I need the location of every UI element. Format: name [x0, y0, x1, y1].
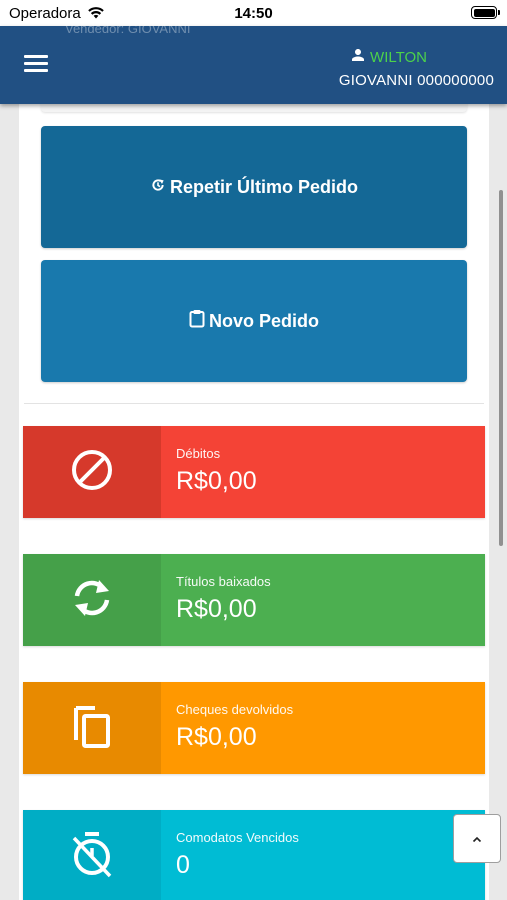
stat-value: R$0,00 [176, 467, 257, 495]
stat-card-comodatos-vencidos[interactable]: Comodatos Vencidos 0 [23, 810, 485, 900]
scroll-to-top-button[interactable] [453, 814, 501, 863]
repeat-last-order-label: Repetir Último Pedido [169, 176, 358, 197]
stat-body: Cheques devolvidos R$0,00 [161, 682, 485, 774]
ghost-vendor-text: Vendedor: GIOVANNI [65, 21, 191, 36]
stat-icon-box [23, 682, 161, 774]
stat-label: Comodatos Vencidos [176, 830, 299, 845]
battery-icon [471, 6, 500, 19]
stat-label: Títulos baixados [176, 574, 271, 589]
user-subtitle: GIOVANNI 000000000 [338, 72, 494, 89]
user-info: WILTON [349, 46, 427, 69]
main-content: Repetir Último Pedido Novo Pedido Débito… [19, 104, 489, 900]
timer-off-icon [70, 830, 114, 883]
hamburger-menu-icon[interactable] [24, 53, 48, 73]
top-card-edge [41, 104, 467, 112]
stat-card-cheques-devolvidos[interactable]: Cheques devolvidos R$0,00 [23, 682, 485, 774]
chevron-up-icon [472, 830, 482, 848]
sync-icon [69, 578, 115, 623]
stat-label: Cheques devolvidos [176, 702, 294, 717]
stat-body: Títulos baixados R$0,00 [161, 554, 485, 646]
stat-value: 0 [176, 851, 190, 879]
stat-body: Débitos R$0,00 [161, 426, 485, 518]
new-order-label: Novo Pedido [208, 310, 319, 331]
stat-card-debitos[interactable]: Débitos R$0,00 [23, 426, 485, 518]
person-icon [349, 46, 367, 69]
divider [24, 403, 484, 404]
block-icon [70, 448, 114, 497]
stat-value: R$0,00 [176, 595, 257, 623]
repeat-last-order-button[interactable]: Repetir Último Pedido [41, 126, 467, 248]
user-name: WILTON [370, 49, 427, 66]
app-header: Vendedor: GIOVANNI WILTON GIOVANNI 00000… [0, 21, 507, 104]
stat-icon-box [23, 810, 161, 900]
stat-body: Comodatos Vencidos 0 [161, 810, 485, 900]
clock: 14:50 [234, 5, 273, 22]
stat-card-titulos-baixados[interactable]: Títulos baixados R$0,00 [23, 554, 485, 646]
new-order-button[interactable]: Novo Pedido [41, 260, 467, 382]
copy-icon [71, 702, 113, 755]
clipboard-icon [189, 309, 205, 333]
stat-label: Débitos [176, 446, 221, 461]
stat-icon-box [23, 426, 161, 518]
stat-icon-box [23, 554, 161, 646]
history-icon [150, 177, 166, 198]
stat-value: R$0,00 [176, 723, 257, 751]
scrollbar[interactable] [499, 190, 503, 546]
